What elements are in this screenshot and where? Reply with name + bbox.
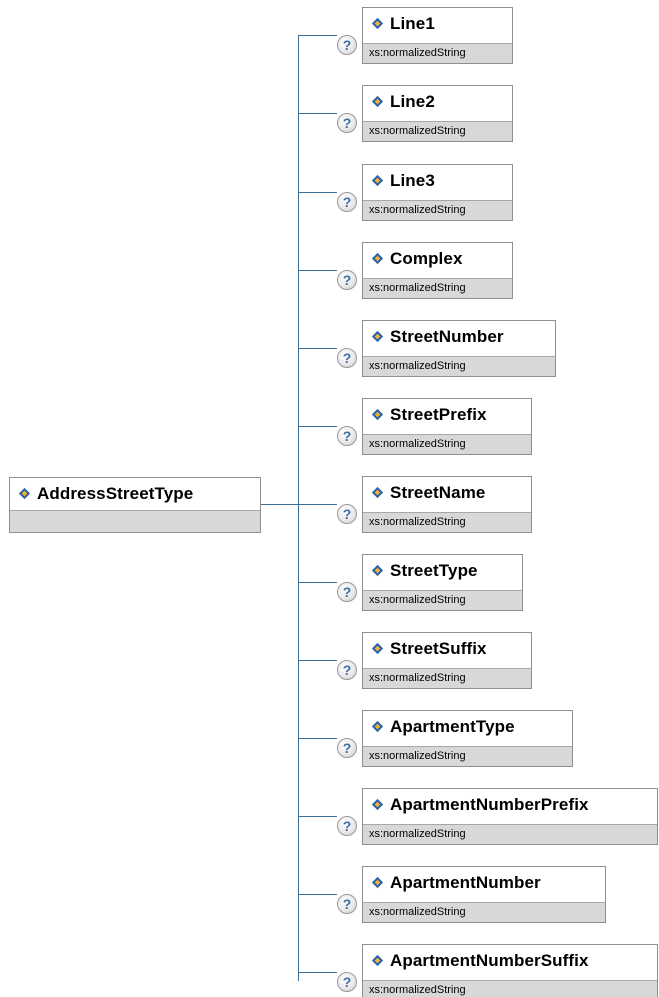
element-name: Line2 <box>390 91 435 111</box>
child-element-node[interactable]: Line3 xs:normalizedString <box>362 164 513 221</box>
element-name: ApartmentNumber <box>390 872 541 892</box>
child-element-node[interactable]: StreetPrefix xs:normalizedString <box>362 398 532 455</box>
element-name: StreetType <box>390 560 478 580</box>
child-element-node[interactable]: ApartmentType xs:normalizedString <box>362 710 573 767</box>
element-type: xs:normalizedString <box>363 590 522 610</box>
element-name: Line1 <box>390 13 435 33</box>
element-icon <box>371 486 384 499</box>
child-element-node[interactable]: ApartmentNumberSuffix xs:normalizedStrin… <box>362 944 658 997</box>
element-name: Line3 <box>390 170 435 190</box>
child-element-node[interactable]: StreetSuffix xs:normalizedString <box>362 632 532 689</box>
help-icon[interactable]: ? <box>337 426 357 446</box>
element-name: StreetSuffix <box>390 638 487 658</box>
element-icon <box>371 17 384 30</box>
branch-connector <box>299 35 337 36</box>
branch-connector <box>299 504 337 505</box>
root-type-band <box>10 510 260 532</box>
branch-connector <box>299 660 337 661</box>
branch-connector <box>299 738 337 739</box>
child-element-node[interactable]: Line1 xs:normalizedString <box>362 7 513 64</box>
help-icon[interactable]: ? <box>337 113 357 133</box>
element-type: xs:normalizedString <box>363 902 605 922</box>
element-type: xs:normalizedString <box>363 668 531 688</box>
element-icon <box>371 408 384 421</box>
branch-connector <box>299 270 337 271</box>
element-icon <box>371 252 384 265</box>
help-icon[interactable]: ? <box>337 504 357 524</box>
element-type: xs:normalizedString <box>363 43 512 63</box>
element-type: xs:normalizedString <box>363 824 657 844</box>
help-icon[interactable]: ? <box>337 270 357 290</box>
element-icon <box>371 564 384 577</box>
child-element-node[interactable]: StreetName xs:normalizedString <box>362 476 532 533</box>
branch-connector <box>299 582 337 583</box>
branch-connector <box>299 816 337 817</box>
element-icon <box>371 876 384 889</box>
schema-diagram: AddressStreetType ? Line1 xs:normalizedS… <box>0 0 659 997</box>
child-element-node[interactable]: ApartmentNumber xs:normalizedString <box>362 866 606 923</box>
element-name: StreetPrefix <box>390 404 487 424</box>
branch-connector <box>299 426 337 427</box>
root-element-node[interactable]: AddressStreetType <box>9 477 261 533</box>
element-type: xs:normalizedString <box>363 121 512 141</box>
element-type: xs:normalizedString <box>363 434 531 454</box>
child-element-node[interactable]: StreetType xs:normalizedString <box>362 554 523 611</box>
branch-connector <box>299 348 337 349</box>
element-icon <box>371 330 384 343</box>
help-icon[interactable]: ? <box>337 816 357 836</box>
branch-connector <box>299 192 337 193</box>
element-icon <box>371 954 384 967</box>
element-type: xs:normalizedString <box>363 746 572 766</box>
help-icon[interactable]: ? <box>337 35 357 55</box>
child-element-node[interactable]: StreetNumber xs:normalizedString <box>362 320 556 377</box>
element-type: xs:normalizedString <box>363 512 531 532</box>
element-name: StreetNumber <box>390 326 504 346</box>
branch-connector <box>299 972 337 973</box>
child-element-node[interactable]: Complex xs:normalizedString <box>362 242 513 299</box>
element-type: xs:normalizedString <box>363 278 512 298</box>
child-element-node[interactable]: Line2 xs:normalizedString <box>362 85 513 142</box>
help-icon[interactable]: ? <box>337 660 357 680</box>
help-icon[interactable]: ? <box>337 972 357 992</box>
element-icon <box>371 174 384 187</box>
element-type: xs:normalizedString <box>363 200 512 220</box>
vertical-connector <box>298 35 299 981</box>
element-icon <box>371 95 384 108</box>
element-icon <box>371 798 384 811</box>
element-type: xs:normalizedString <box>363 980 657 997</box>
element-name: ApartmentNumberPrefix <box>390 794 589 814</box>
element-type: xs:normalizedString <box>363 356 555 376</box>
branch-connector <box>299 894 337 895</box>
element-icon <box>371 720 384 733</box>
root-element-name: AddressStreetType <box>37 483 194 503</box>
root-connector <box>261 504 299 505</box>
branch-connector <box>299 113 337 114</box>
help-icon[interactable]: ? <box>337 582 357 602</box>
help-icon[interactable]: ? <box>337 192 357 212</box>
help-icon[interactable]: ? <box>337 894 357 914</box>
element-name: ApartmentNumberSuffix <box>390 950 589 970</box>
help-icon[interactable]: ? <box>337 738 357 758</box>
child-element-node[interactable]: ApartmentNumberPrefix xs:normalizedStrin… <box>362 788 658 845</box>
element-icon <box>371 642 384 655</box>
element-icon <box>18 487 31 500</box>
element-name: Complex <box>390 248 463 268</box>
element-name: StreetName <box>390 482 486 502</box>
element-name: ApartmentType <box>390 716 515 736</box>
help-icon[interactable]: ? <box>337 348 357 368</box>
